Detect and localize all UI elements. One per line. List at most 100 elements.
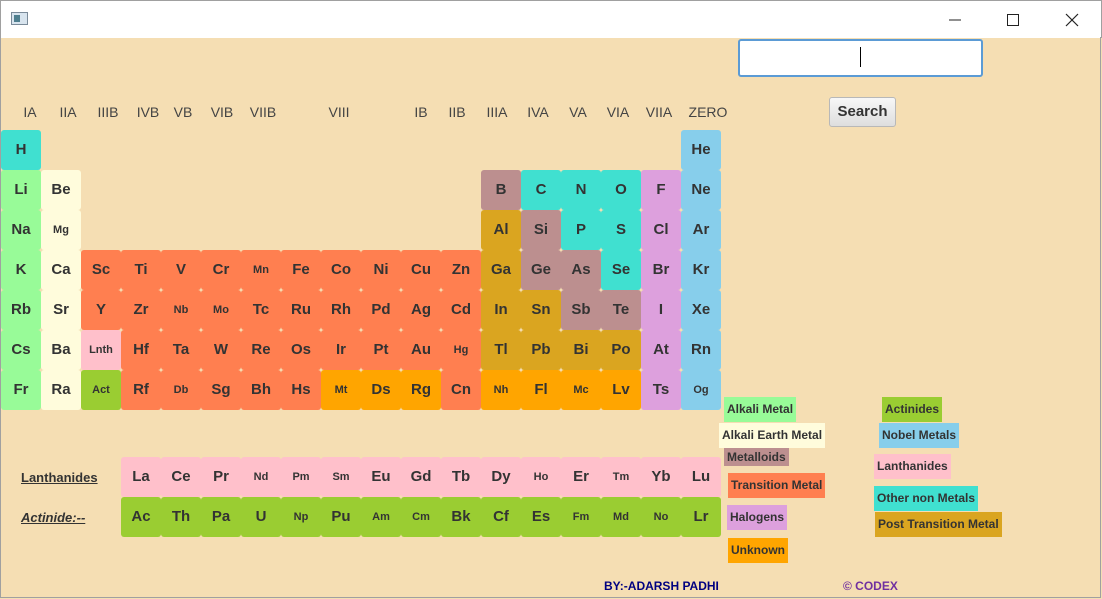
- element-kr[interactable]: Kr: [681, 250, 721, 290]
- element-lr[interactable]: Lr: [681, 497, 721, 537]
- element-y[interactable]: Y: [81, 290, 121, 330]
- element-ru[interactable]: Ru: [281, 290, 321, 330]
- element-bi[interactable]: Bi: [561, 330, 601, 370]
- element-lv[interactable]: Lv: [601, 370, 641, 410]
- element-og[interactable]: Og: [681, 370, 721, 410]
- element-lu[interactable]: Lu: [681, 457, 721, 497]
- element-n[interactable]: N: [561, 170, 601, 210]
- element-ra[interactable]: Ra: [41, 370, 81, 410]
- element-k[interactable]: K: [1, 250, 41, 290]
- element-at[interactable]: At: [641, 330, 681, 370]
- element-ds[interactable]: Ds: [361, 370, 401, 410]
- element-th[interactable]: Th: [161, 497, 201, 537]
- element-pt[interactable]: Pt: [361, 330, 401, 370]
- element-s[interactable]: S: [601, 210, 641, 250]
- element-rb[interactable]: Rb: [1, 290, 41, 330]
- element-zn[interactable]: Zn: [441, 250, 481, 290]
- element-he[interactable]: He: [681, 130, 721, 170]
- element-c[interactable]: C: [521, 170, 561, 210]
- element-ti[interactable]: Ti: [121, 250, 161, 290]
- element-re[interactable]: Re: [241, 330, 281, 370]
- element-db[interactable]: Db: [161, 370, 201, 410]
- element-sg[interactable]: Sg: [201, 370, 241, 410]
- element-pu[interactable]: Pu: [321, 497, 361, 537]
- element-rn[interactable]: Rn: [681, 330, 721, 370]
- element-te[interactable]: Te: [601, 290, 641, 330]
- maximize-button[interactable]: [990, 1, 1036, 38]
- element-cf[interactable]: Cf: [481, 497, 521, 537]
- element-fe[interactable]: Fe: [281, 250, 321, 290]
- element-v[interactable]: V: [161, 250, 201, 290]
- element-la[interactable]: La: [121, 457, 161, 497]
- search-button[interactable]: Search: [829, 97, 896, 127]
- element-li[interactable]: Li: [1, 170, 41, 210]
- element-o[interactable]: O: [601, 170, 641, 210]
- element-co[interactable]: Co: [321, 250, 361, 290]
- element-gd[interactable]: Gd: [401, 457, 441, 497]
- element-yb[interactable]: Yb: [641, 457, 681, 497]
- element-rg[interactable]: Rg: [401, 370, 441, 410]
- close-button[interactable]: [1049, 1, 1095, 38]
- element-tc[interactable]: Tc: [241, 290, 281, 330]
- element-nh[interactable]: Nh: [481, 370, 521, 410]
- element-cr[interactable]: Cr: [201, 250, 241, 290]
- element-mt[interactable]: Mt: [321, 370, 361, 410]
- element-si[interactable]: Si: [521, 210, 561, 250]
- element-al[interactable]: Al: [481, 210, 521, 250]
- element-cl[interactable]: Cl: [641, 210, 681, 250]
- element-se[interactable]: Se: [601, 250, 641, 290]
- element-es[interactable]: Es: [521, 497, 561, 537]
- element-cu[interactable]: Cu: [401, 250, 441, 290]
- element-cn[interactable]: Cn: [441, 370, 481, 410]
- element-md[interactable]: Md: [601, 497, 641, 537]
- element-br[interactable]: Br: [641, 250, 681, 290]
- element-mc[interactable]: Mc: [561, 370, 601, 410]
- element-nb[interactable]: Nb: [161, 290, 201, 330]
- element-lnth[interactable]: Lnth: [81, 330, 121, 370]
- element-ac[interactable]: Ac: [121, 497, 161, 537]
- element-be[interactable]: Be: [41, 170, 81, 210]
- element-mo[interactable]: Mo: [201, 290, 241, 330]
- element-ga[interactable]: Ga: [481, 250, 521, 290]
- element-sm[interactable]: Sm: [321, 457, 361, 497]
- element-sn[interactable]: Sn: [521, 290, 561, 330]
- element-po[interactable]: Po: [601, 330, 641, 370]
- element-os[interactable]: Os: [281, 330, 321, 370]
- element-ho[interactable]: Ho: [521, 457, 561, 497]
- element-b[interactable]: B: [481, 170, 521, 210]
- element-au[interactable]: Au: [401, 330, 441, 370]
- element-ge[interactable]: Ge: [521, 250, 561, 290]
- element-ir[interactable]: Ir: [321, 330, 361, 370]
- minimize-button[interactable]: [932, 1, 978, 38]
- element-dy[interactable]: Dy: [481, 457, 521, 497]
- element-f[interactable]: F: [641, 170, 681, 210]
- element-hf[interactable]: Hf: [121, 330, 161, 370]
- element-rf[interactable]: Rf: [121, 370, 161, 410]
- element-h[interactable]: H: [1, 130, 41, 170]
- element-ne[interactable]: Ne: [681, 170, 721, 210]
- element-rh[interactable]: Rh: [321, 290, 361, 330]
- element-am[interactable]: Am: [361, 497, 401, 537]
- element-fm[interactable]: Fm: [561, 497, 601, 537]
- element-pr[interactable]: Pr: [201, 457, 241, 497]
- element-ar[interactable]: Ar: [681, 210, 721, 250]
- element-xe[interactable]: Xe: [681, 290, 721, 330]
- element-tm[interactable]: Tm: [601, 457, 641, 497]
- element-er[interactable]: Er: [561, 457, 601, 497]
- element-fr[interactable]: Fr: [1, 370, 41, 410]
- element-ca[interactable]: Ca: [41, 250, 81, 290]
- element-pd[interactable]: Pd: [361, 290, 401, 330]
- element-hg[interactable]: Hg: [441, 330, 481, 370]
- element-ni[interactable]: Ni: [361, 250, 401, 290]
- element-cs[interactable]: Cs: [1, 330, 41, 370]
- element-cd[interactable]: Cd: [441, 290, 481, 330]
- element-pa[interactable]: Pa: [201, 497, 241, 537]
- element-hs[interactable]: Hs: [281, 370, 321, 410]
- element-bh[interactable]: Bh: [241, 370, 281, 410]
- element-bk[interactable]: Bk: [441, 497, 481, 537]
- element-in[interactable]: In: [481, 290, 521, 330]
- element-ba[interactable]: Ba: [41, 330, 81, 370]
- element-nd[interactable]: Nd: [241, 457, 281, 497]
- element-zr[interactable]: Zr: [121, 290, 161, 330]
- element-sc[interactable]: Sc: [81, 250, 121, 290]
